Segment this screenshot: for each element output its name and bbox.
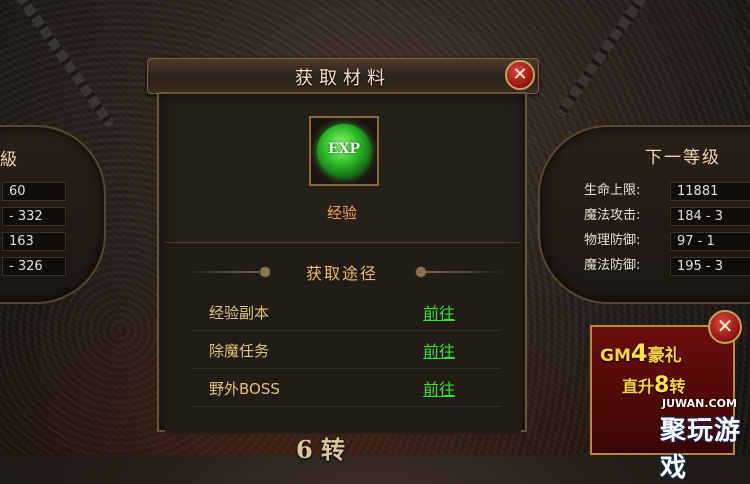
next-level-title: 下一等级 (645, 148, 721, 168)
promo-line2-suffix: 转 (669, 377, 686, 396)
item-slot[interactable]: EXP (309, 116, 379, 186)
promo-line1-prefix: GM (600, 346, 631, 366)
exp-orb-icon: EXP (317, 124, 371, 178)
stat-value: 11881 (670, 182, 750, 201)
current-level-title: 級 (0, 150, 19, 170)
goto-link[interactable]: 前往 (423, 338, 455, 362)
exp-icon-label: EXP (327, 141, 361, 157)
stat-value: 184 - 3 (670, 207, 750, 226)
promo-line2-num: 8 (654, 373, 670, 398)
route-name: 除魔任务 (209, 342, 270, 360)
get-material-dialog: 获取材料 ✕ EXP 经验 获取途径 经验副本 前往 除魔任务 前往 野外BOS… (147, 58, 539, 438)
divider (165, 242, 521, 243)
route-row: 除魔任务 前往 (191, 332, 501, 369)
promo-line2: 直升8转 (622, 373, 685, 398)
stat-label: 魔法防御: (584, 258, 641, 273)
goto-link[interactable]: 前往 (423, 376, 455, 400)
stat-label: 物理防御: (584, 233, 641, 248)
current-level-panel: 級 60 - 332 163 - 326 (0, 125, 106, 304)
stat-value: 97 - 1 (670, 232, 750, 251)
item-name: 经验 (326, 204, 357, 222)
promo-line2-prefix: 直升 (622, 377, 655, 396)
watermark-logo: 聚玩游戏 (660, 416, 742, 483)
stat-value: 195 - 3 (670, 257, 750, 276)
current-stat-value: - 332 (2, 207, 66, 226)
current-stat-value: 60 (2, 182, 66, 201)
route-row: 野外BOSS 前往 (191, 370, 501, 407)
watermark-url: JUWAN.COM (662, 397, 737, 410)
stat-label: 生命上限: (584, 183, 641, 198)
current-stat-value: 163 (2, 232, 66, 251)
next-level-panel: 下一等级 生命上限: 11881 魔法攻击: 184 - 3 物理防御: 97 … (538, 125, 750, 304)
dialog-header: 获取材料 (147, 58, 539, 94)
route-name: 野外BOSS (209, 380, 280, 398)
promo-line1: GM4豪礼 (600, 339, 682, 367)
promo-close-icon[interactable]: ✕ (708, 310, 742, 344)
current-stat-value: - 326 (2, 257, 66, 276)
stat-label: 魔法攻击: (584, 208, 641, 223)
dialog-title: 获取材料 (295, 68, 391, 89)
goto-link[interactable]: 前往 (423, 300, 455, 324)
promo-line1-num: 4 (630, 339, 648, 367)
promo-line1-suffix: 豪礼 (647, 346, 682, 366)
route-name: 经验副本 (209, 304, 270, 322)
section-title: 获取途径 (305, 264, 378, 283)
route-row: 经验副本 前往 (191, 294, 501, 331)
close-icon[interactable]: ✕ (505, 60, 535, 90)
dialog-body: EXP 经验 获取途径 经验副本 前往 除魔任务 前往 野外BOSS 前往 (157, 92, 527, 434)
